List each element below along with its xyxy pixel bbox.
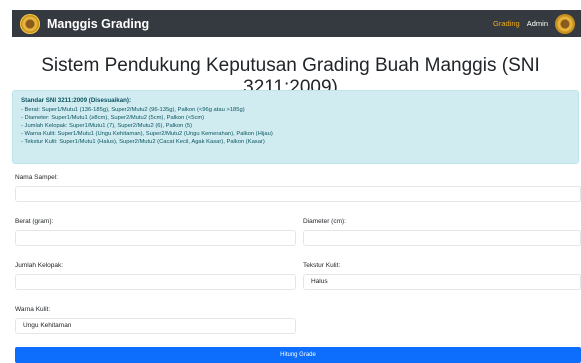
jumlah-kelopak-input[interactable] bbox=[15, 274, 296, 290]
info-line-kelopak: - Jumlah Kelopak: Super1/Mutu1 (7), Supe… bbox=[21, 122, 193, 129]
manggis-logo-icon[interactable] bbox=[20, 13, 40, 34]
hitung-grade-button[interactable]: Hitung Grade bbox=[15, 347, 581, 363]
nav-link-admin[interactable]: Admin bbox=[527, 19, 548, 28]
info-title: Standar SNI 3211:2009 (Disesuaikan): bbox=[21, 97, 132, 104]
diameter-input[interactable] bbox=[303, 230, 581, 246]
tekstur-kulit-label: Tekstur Kulit: bbox=[303, 262, 341, 269]
info-line-warna: - Warna Kulit: Super1/Mutu1 (Ungu Kehita… bbox=[21, 130, 273, 137]
warna-kulit-select[interactable]: Ungu Kehitaman bbox=[15, 318, 296, 334]
nav-link-grading[interactable]: Grading bbox=[493, 19, 520, 28]
sni-standard-info-box: Standar SNI 3211:2009 (Disesuaikan): - B… bbox=[12, 90, 579, 164]
jumlah-kelopak-label: Jumlah Kelopak: bbox=[15, 262, 64, 269]
warna-kulit-label: Warna Kulit: bbox=[15, 306, 51, 313]
navbar: Manggis Grading Grading Admin bbox=[12, 10, 581, 37]
info-line-berat: - Berat: Super1/Mutu1 (136-185g), Super2… bbox=[21, 106, 245, 113]
info-line-diameter: - Diameter: Super1/Mutu1 (≥8cm), Super2/… bbox=[21, 114, 205, 121]
tekstur-kulit-select[interactable]: Halus bbox=[303, 274, 581, 290]
admin-avatar-icon[interactable] bbox=[555, 13, 575, 34]
diameter-label: Diameter (cm): bbox=[303, 218, 346, 225]
nama-sampel-input[interactable] bbox=[15, 186, 581, 202]
berat-input[interactable] bbox=[15, 230, 296, 246]
nama-sampel-label: Nama Sampel: bbox=[15, 174, 58, 181]
berat-label: Berat (gram): bbox=[15, 218, 54, 225]
brand-title[interactable]: Manggis Grading bbox=[47, 17, 149, 31]
info-line-tekstur: - Tekstur Kulit: Super1/Mutu1 (Halus), S… bbox=[21, 138, 265, 145]
